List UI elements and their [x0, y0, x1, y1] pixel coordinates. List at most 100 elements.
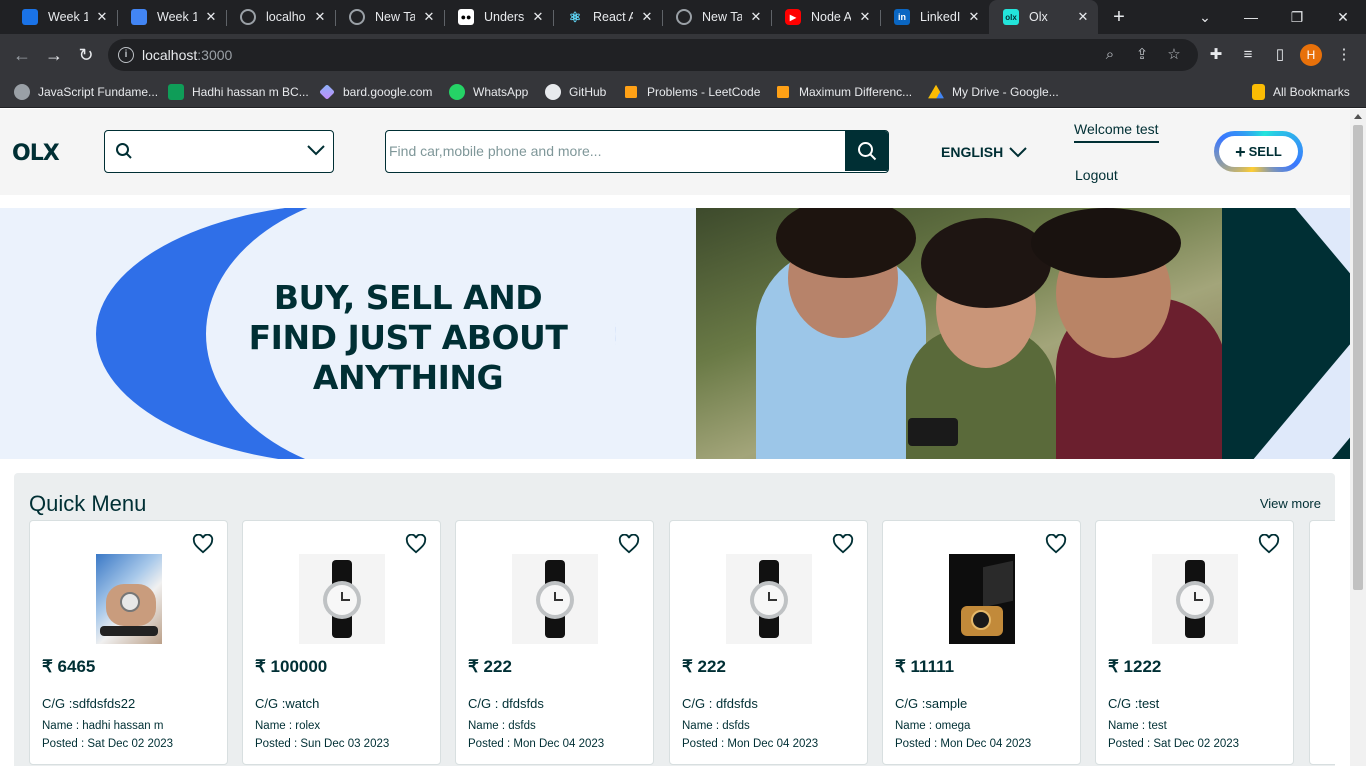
- reload-icon[interactable]: ↻: [74, 43, 98, 67]
- browser-tab[interactable]: ●● Underst ✕: [444, 0, 553, 34]
- bookmark-item[interactable]: Hadhi hassan m BC...: [168, 82, 309, 102]
- site-info-icon[interactable]: i: [118, 47, 134, 63]
- browser-tab[interactable]: New Tal ✕: [335, 0, 444, 34]
- close-tab-icon[interactable]: ✕: [749, 10, 763, 24]
- close-window-icon[interactable]: ✕: [1320, 0, 1366, 34]
- browser-tab[interactable]: New Tal ✕: [662, 0, 771, 34]
- back-icon[interactable]: ←: [10, 43, 34, 67]
- product-card[interactable]: ₹ 222 C/G : dfdsfds Name : dsfds Posted …: [669, 520, 868, 765]
- close-tab-icon[interactable]: ✕: [1076, 10, 1090, 24]
- search-input[interactable]: [386, 131, 846, 171]
- favorite-heart-icon[interactable]: [405, 533, 427, 559]
- bookmark-item[interactable]: Maximum Differenc...: [775, 82, 912, 102]
- browser-tab[interactable]: localho ✕: [226, 0, 335, 34]
- product-card[interactable]: ₹ 222 C/G : dfdsfds Name : dsfds Posted …: [455, 520, 654, 765]
- product-price: ₹ 100000: [255, 657, 328, 676]
- product-name: Name : rolex: [255, 720, 321, 732]
- new-tab-icon[interactable]: +: [1108, 6, 1130, 28]
- close-tab-icon[interactable]: ✕: [204, 10, 218, 24]
- bookmark-star-icon[interactable]: ☆: [1164, 45, 1184, 65]
- product-posted-date: Posted : Mon Dec 04 2023: [682, 738, 819, 750]
- product-posted-date: Posted : Sat Dec 02 2023: [1108, 738, 1240, 750]
- close-tab-icon[interactable]: ✕: [95, 10, 109, 24]
- scroll-up-icon[interactable]: [1354, 114, 1362, 119]
- minimize-icon[interactable]: —: [1228, 0, 1274, 34]
- media-queue-icon[interactable]: ≡: [1238, 45, 1258, 65]
- sell-button[interactable]: + SELL: [1214, 131, 1303, 172]
- extensions-icon[interactable]: ✚: [1206, 45, 1226, 65]
- logout-link[interactable]: Logout: [1075, 167, 1118, 183]
- page-scrollbar[interactable]: [1350, 109, 1366, 766]
- folder-icon: [1252, 84, 1265, 100]
- scrollbar-thumb[interactable]: [1353, 125, 1363, 590]
- bookmark-item[interactable]: My Drive - Google...: [928, 82, 1059, 102]
- favorite-heart-icon[interactable]: [192, 533, 214, 559]
- view-more-link[interactable]: View more: [1260, 496, 1321, 511]
- zoom-icon[interactable]: ⌕: [1100, 45, 1120, 65]
- close-tab-icon[interactable]: ✕: [422, 10, 436, 24]
- browser-tab[interactable]: in LinkedI ✕: [880, 0, 989, 34]
- product-name: Name : omega: [895, 720, 971, 732]
- leetcode-icon: [777, 86, 789, 98]
- bookmark-item[interactable]: JavaScript Fundame...: [14, 82, 158, 102]
- globe-icon: [240, 9, 256, 25]
- product-image: [96, 554, 162, 644]
- tab-search-chevron-icon[interactable]: ⌄: [1182, 0, 1228, 34]
- product-category: C/G :test: [1108, 696, 1160, 711]
- language-select[interactable]: ENGLISH: [941, 144, 1027, 160]
- language-label: ENGLISH: [941, 144, 1004, 160]
- tab-title: Node A: [811, 10, 851, 24]
- all-bookmarks[interactable]: All Bookmarks: [1252, 82, 1350, 102]
- close-tab-icon[interactable]: ✕: [313, 10, 327, 24]
- share-icon[interactable]: ⇪: [1132, 45, 1152, 65]
- product-image: [299, 554, 385, 644]
- browser-toolbar: ← → ↻ i localhost:3000 ⌕ ⇪ ☆ ✚ ≡ ▯ H ⋮: [0, 34, 1366, 76]
- tab-title: React A: [593, 10, 633, 24]
- product-price: ₹ 1222: [1108, 657, 1162, 676]
- google-docs-icon: [131, 9, 147, 25]
- bookmark-item[interactable]: WhatsApp: [449, 82, 528, 102]
- product-card-partial[interactable]: [1309, 520, 1335, 765]
- profile-avatar[interactable]: H: [1300, 44, 1322, 66]
- favorite-heart-icon[interactable]: [1045, 533, 1067, 559]
- product-category: C/G :watch: [255, 696, 320, 711]
- banner-decor: [1222, 208, 1350, 459]
- product-image: [726, 554, 812, 644]
- bookmark-item[interactable]: Problems - LeetCode: [623, 82, 760, 102]
- browser-tab[interactable]: Week 1 ✕: [8, 0, 117, 34]
- bard-icon: [319, 84, 335, 100]
- close-tab-icon[interactable]: ✕: [640, 10, 654, 24]
- product-posted-date: Posted : Mon Dec 04 2023: [895, 738, 1032, 750]
- browser-tab-active[interactable]: olx Olx ✕: [989, 0, 1098, 34]
- forward-icon[interactable]: →: [42, 43, 66, 67]
- close-tab-icon[interactable]: ✕: [967, 10, 981, 24]
- chevron-down-icon[interactable]: [307, 143, 325, 162]
- product-image: [512, 554, 598, 644]
- product-price: ₹ 222: [682, 657, 726, 676]
- quick-menu-title: Quick Menu: [29, 491, 147, 516]
- bookmark-item[interactable]: bard.google.com: [319, 82, 432, 102]
- restore-icon[interactable]: ❐: [1274, 0, 1320, 34]
- browser-tab[interactable]: ▶ Node A ✕: [771, 0, 880, 34]
- olx-page: OLX ENGLISH Welcome test Logout +SELL: [0, 109, 1350, 766]
- quick-menu: Quick Menu View more ₹ 6465 C/G :sdfdsfd…: [14, 473, 1335, 766]
- close-tab-icon[interactable]: ✕: [858, 10, 872, 24]
- favorite-heart-icon[interactable]: [618, 533, 640, 559]
- search-button[interactable]: [845, 131, 888, 171]
- location-select[interactable]: [104, 130, 334, 173]
- product-card[interactable]: ₹ 1222 C/G :test Name : test Posted : Sa…: [1095, 520, 1294, 765]
- bookmark-item[interactable]: GitHub: [545, 82, 606, 102]
- browser-menu-icon[interactable]: ⋮: [1334, 45, 1354, 65]
- side-panel-icon[interactable]: ▯: [1270, 45, 1290, 65]
- favorite-heart-icon[interactable]: [1258, 533, 1280, 559]
- address-bar[interactable]: i localhost:3000 ⌕ ⇪ ☆: [108, 39, 1198, 71]
- product-card[interactable]: ₹ 6465 C/G :sdfdsfds22 Name : hadhi hass…: [29, 520, 228, 765]
- product-category: C/G : dfdsfds: [468, 696, 544, 711]
- browser-tab[interactable]: Week 1 ✕: [117, 0, 226, 34]
- olx-logo[interactable]: OLX: [12, 141, 60, 166]
- browser-tab[interactable]: ⚛ React A ✕: [553, 0, 662, 34]
- product-card[interactable]: ₹ 100000 C/G :watch Name : rolex Posted …: [242, 520, 441, 765]
- product-card[interactable]: ₹ 11111 C/G :sample Name : omega Posted …: [882, 520, 1081, 765]
- close-tab-icon[interactable]: ✕: [531, 10, 545, 24]
- favorite-heart-icon[interactable]: [832, 533, 854, 559]
